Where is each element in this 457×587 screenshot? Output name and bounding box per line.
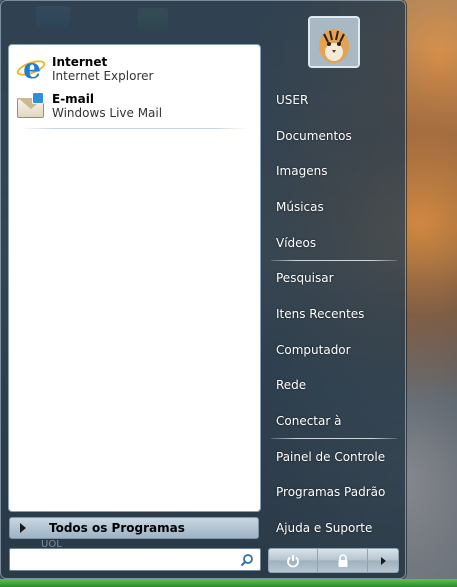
pinned-separator (19, 128, 249, 129)
start-menu: e Internet Internet Explorer E-mail Wind… (0, 0, 406, 579)
search-box[interactable] (9, 548, 261, 571)
pinned-item-subtitle: Internet Explorer (52, 69, 154, 83)
menu-item-recent[interactable]: Itens Recentes (269, 301, 399, 327)
power-controls (268, 548, 399, 573)
programs-pane: e Internet Internet Explorer E-mail Wind… (8, 44, 261, 512)
menu-separator (271, 260, 397, 261)
pinned-item-title: Internet (52, 55, 108, 69)
menu-item-computer[interactable]: Computador (269, 337, 399, 363)
menu-item-pictures[interactable]: Imagens (269, 158, 399, 184)
lock-button[interactable] (318, 548, 368, 573)
shutdown-options-button[interactable] (368, 548, 399, 573)
pinned-item-internet[interactable]: e Internet Internet Explorer (14, 51, 255, 87)
triangle-right-icon (20, 523, 26, 533)
pinned-item-title: E-mail (52, 92, 95, 106)
menu-item-user[interactable]: USER (269, 87, 399, 113)
all-programs-button[interactable]: Todos os Programas (9, 517, 259, 539)
taskbar[interactable] (0, 579, 457, 587)
power-icon (287, 554, 299, 567)
menu-separator (271, 438, 397, 439)
all-programs-label: Todos os Programas (49, 521, 185, 535)
pinned-item-email[interactable]: E-mail Windows Live Mail (15, 88, 255, 124)
menu-item-documents[interactable]: Documentos (269, 123, 399, 149)
menu-item-music[interactable]: Músicas (269, 194, 399, 220)
user-picture[interactable] (308, 16, 360, 68)
menu-item-help[interactable]: Ajuda e Suporte (269, 515, 399, 541)
menu-item-videos[interactable]: Vídeos (269, 230, 399, 256)
search-input[interactable] (13, 551, 237, 568)
menu-item-network[interactable]: Rede (269, 372, 399, 398)
tiger-avatar-icon (310, 18, 358, 66)
pinned-item-subtitle: Windows Live Mail (52, 106, 163, 120)
search-icon[interactable] (240, 553, 254, 567)
arrow-right-icon (381, 556, 386, 565)
mail-icon (15, 90, 47, 122)
lock-icon (338, 553, 347, 567)
power-button[interactable] (268, 548, 318, 573)
menu-item-control-panel[interactable]: Painel de Controle (269, 444, 399, 470)
menu-item-connect[interactable]: Conectar à (269, 408, 399, 434)
menu-item-default-programs[interactable]: Programas Padrão (269, 479, 399, 505)
menu-item-search[interactable]: Pesquisar (269, 265, 399, 291)
internet-explorer-icon: e (14, 53, 48, 85)
